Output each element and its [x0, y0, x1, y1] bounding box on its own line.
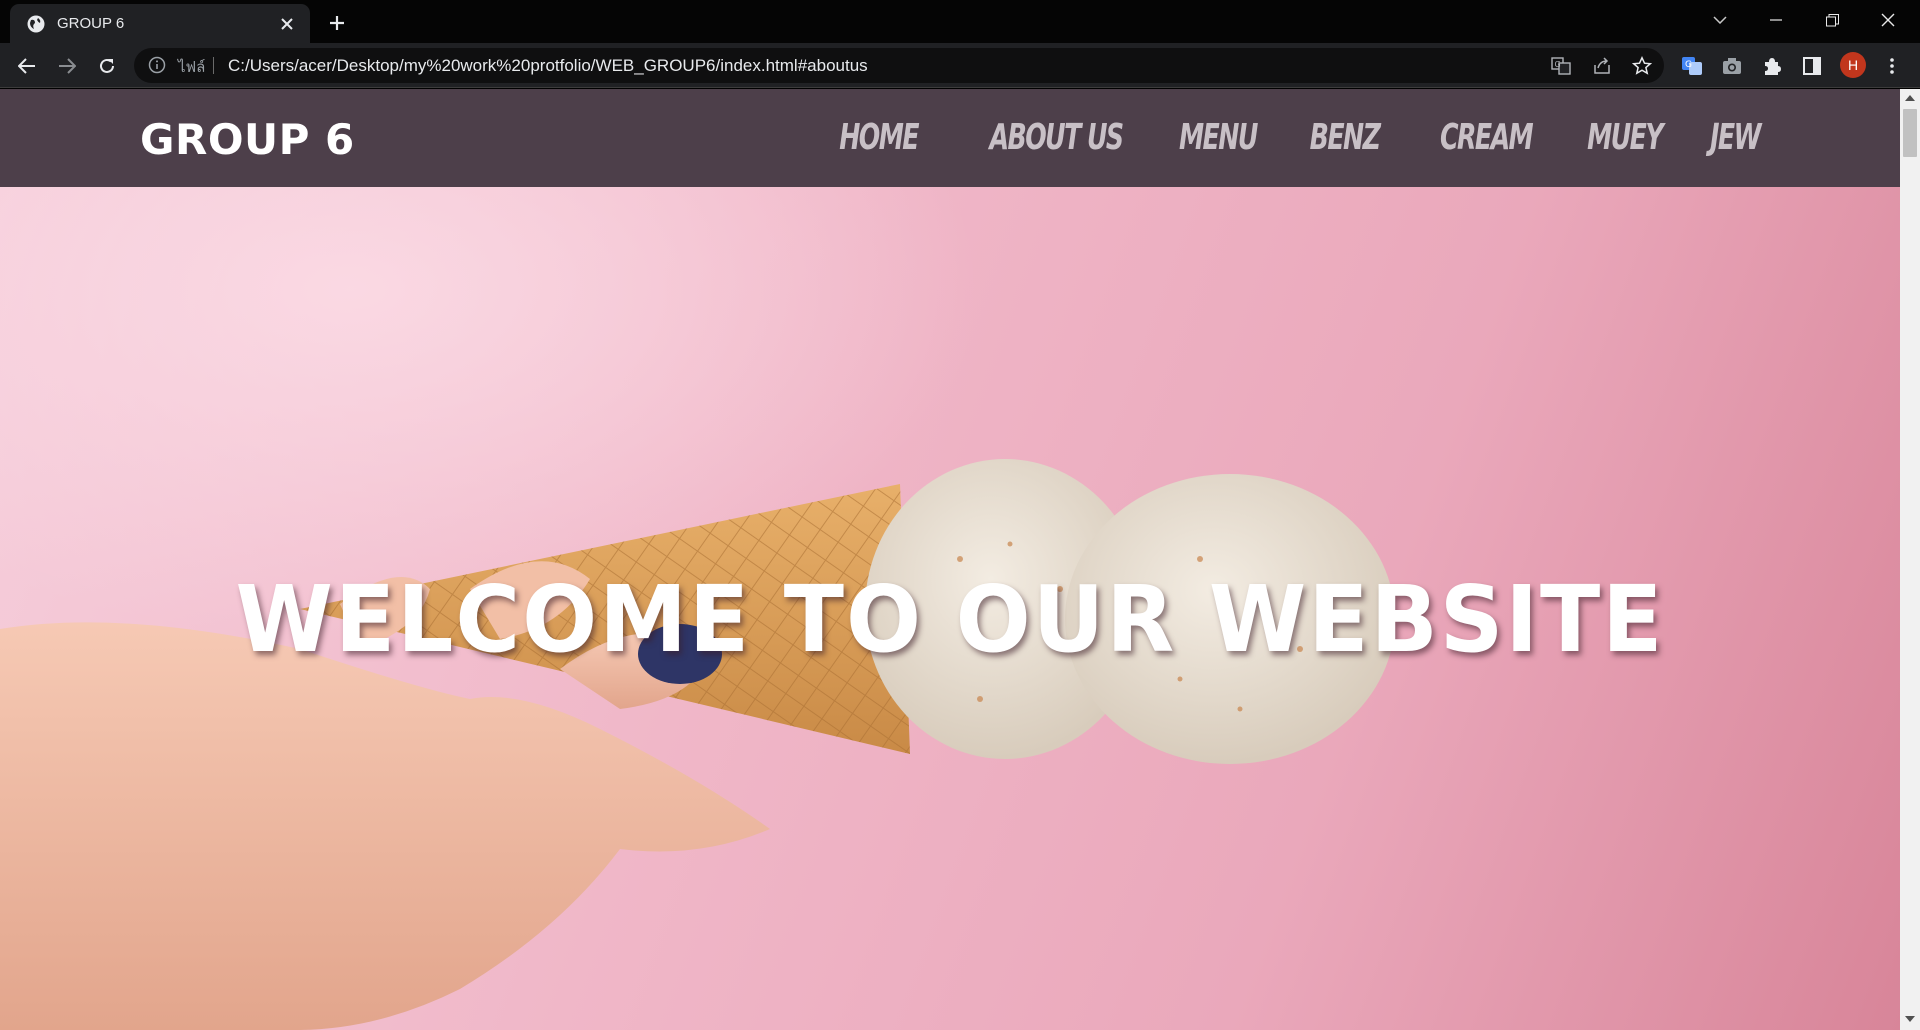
address-separator — [213, 57, 214, 74]
svg-text:G: G — [1685, 60, 1692, 70]
restore-icon[interactable] — [1804, 0, 1860, 40]
scroll-up-icon[interactable] — [1905, 95, 1915, 101]
info-icon[interactable] — [148, 56, 166, 74]
profile-avatar[interactable]: H — [1840, 52, 1866, 78]
reload-icon[interactable] — [91, 50, 123, 82]
svg-text:G: G — [1555, 60, 1561, 69]
tab-strip: GROUP 6 — [0, 0, 1920, 43]
tab-search-icon[interactable] — [1692, 0, 1748, 40]
scroll-thumb[interactable] — [1903, 109, 1917, 157]
nav-home[interactable]: HOME — [839, 117, 919, 158]
arrow-left-icon[interactable] — [11, 50, 43, 82]
star-icon[interactable] — [1629, 53, 1655, 79]
window-close-icon[interactable] — [1860, 0, 1916, 40]
browser-toolbar: ไฟล์ C:/Users/acer/Desktop/my%20work%20p… — [0, 43, 1920, 88]
site-header: GROUP 6 HOME ABOUT US MENU BENZ CREAM MU… — [0, 89, 1900, 187]
nav-jew[interactable]: JEW — [1710, 117, 1761, 158]
close-icon[interactable] — [274, 11, 300, 37]
camera-icon[interactable] — [1717, 51, 1747, 81]
url-text[interactable]: C:/Users/acer/Desktop/my%20work%20protfo… — [228, 56, 868, 76]
minimize-icon[interactable] — [1748, 0, 1804, 40]
hero-section — [0, 89, 1900, 1030]
share-icon[interactable] — [1589, 53, 1615, 79]
side-panel-icon[interactable] — [1797, 51, 1827, 81]
nav-muey[interactable]: MUEY — [1587, 117, 1664, 158]
site-logo[interactable]: GROUP 6 — [140, 115, 355, 164]
more-vert-icon[interactable] — [1877, 51, 1907, 81]
nav-benz[interactable]: BENZ — [1310, 117, 1381, 158]
translate-icon[interactable]: G — [1548, 53, 1574, 79]
address-bar[interactable]: ไฟล์ C:/Users/acer/Desktop/my%20work%20p… — [134, 48, 1664, 83]
browser-tab[interactable]: GROUP 6 — [10, 4, 310, 43]
page-scrollbar[interactable] — [1900, 89, 1920, 1030]
address-chip: ไฟล์ — [178, 58, 206, 76]
tab-title: GROUP 6 — [57, 15, 125, 32]
globe-icon — [27, 15, 45, 32]
nav-cream[interactable]: CREAM — [1440, 117, 1534, 158]
arrow-right-icon[interactable] — [51, 50, 83, 82]
hero-image — [0, 459, 1395, 1030]
scroll-down-icon[interactable] — [1905, 1016, 1915, 1022]
nav-about-us[interactable]: ABOUT US — [990, 117, 1125, 158]
translate-extension-icon[interactable]: G — [1677, 51, 1707, 81]
page-viewport: WELCOME TO OUR WEBSITE GROUP 6 HOME ABOU… — [0, 89, 1900, 1030]
plus-icon[interactable] — [322, 8, 352, 38]
hero-heading: WELCOME TO OUR WEBSITE — [235, 566, 1665, 673]
nav-menu[interactable]: MENU — [1179, 117, 1258, 158]
site-nav: HOME ABOUT US MENU BENZ CREAM MUEY JEW — [817, 117, 1761, 158]
puzzle-icon[interactable] — [1757, 51, 1787, 81]
